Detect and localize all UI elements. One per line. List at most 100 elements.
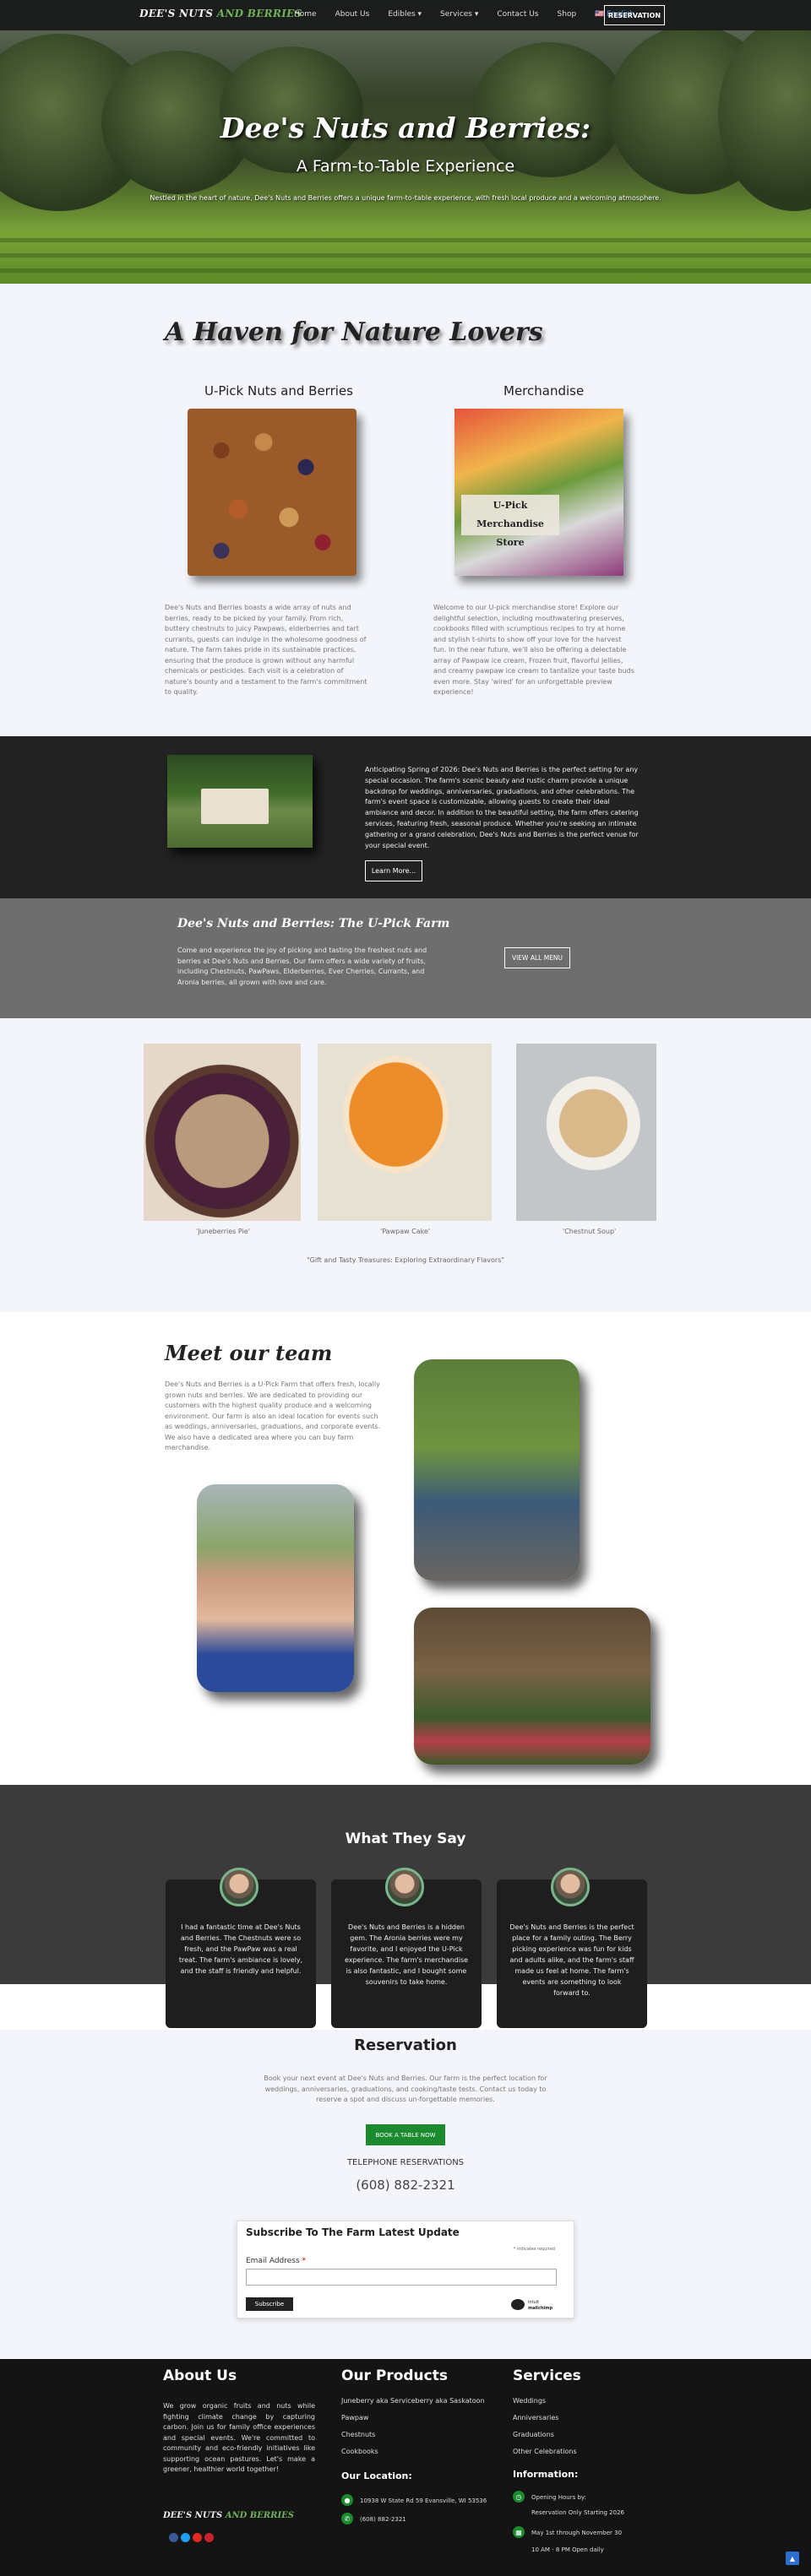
service-link[interactable]: Anniversaries — [513, 2410, 577, 2427]
chestnut-soup-photo — [516, 1044, 656, 1221]
service-link[interactable]: Graduations — [513, 2427, 577, 2443]
pawpaw-cake-photo — [318, 1044, 492, 1221]
team-section: Meet our team Dee's Nuts and Berries is … — [0, 1312, 811, 1785]
footer-products-title: Our Products — [341, 2367, 448, 2384]
information-title: Information: — [513, 2469, 579, 2480]
product-link[interactable]: Juneberry aka Serviceberry aka Saskatoon — [341, 2393, 485, 2410]
product-link[interactable]: Chestnuts — [341, 2427, 485, 2443]
haven-section: A Haven for Nature Lovers U-Pick Nuts an… — [0, 284, 811, 736]
opening-hours-line: May 1st through November 30 — [531, 2530, 623, 2536]
youtube-icon[interactable] — [193, 2533, 202, 2542]
reservation-section: Reservation Book your next event at Dee'… — [0, 2030, 811, 2359]
avatar — [385, 1868, 424, 1906]
juneberries-pie-photo — [144, 1044, 301, 1221]
view-all-menu-button[interactable]: VIEW ALL MENU — [504, 947, 570, 968]
events-text: Anticipating Spring of 2026: Dee's Nuts … — [365, 766, 639, 849]
services-list: Weddings Anniversaries Graduations Other… — [513, 2393, 577, 2460]
merch-store-label: U-Pick Merchandise Store — [461, 495, 559, 548]
mailchimp-icon — [511, 2299, 525, 2310]
testimonial-card: I had a fantastic time at Dee's Nuts and… — [166, 1868, 316, 2028]
merch-label-line: Store — [496, 537, 525, 548]
site-footer: About Us We grow organic fruits and nuts… — [0, 2359, 811, 2576]
avatar — [551, 1868, 590, 1906]
badge-text: intuit — [528, 2300, 540, 2305]
service-link[interactable]: Other Celebrations — [513, 2443, 577, 2460]
logo-text-accent: AND BERRIES — [222, 2511, 294, 2520]
scroll-to-top-button[interactable]: ▲ — [786, 2552, 799, 2565]
email-field[interactable] — [246, 2269, 557, 2286]
logo-text: DEE'S NUTS — [163, 2511, 223, 2520]
nav-home[interactable]: Home — [294, 10, 317, 19]
foods-gallery: 'Juneberries Pie' 'Pawpaw Cake' 'Chestnu… — [0, 1018, 811, 1312]
reservation-title: Reservation — [354, 2036, 457, 2054]
required-asterisk: * — [302, 2257, 307, 2265]
reservation-text: Book your next event at Dee's Nuts and B… — [264, 2074, 547, 2103]
twitter-icon[interactable] — [181, 2533, 190, 2542]
pie-caption: 'Juneberries Pie' — [196, 1228, 250, 1235]
footer-services-title: Services — [513, 2367, 581, 2384]
nav-contact-us[interactable]: Contact Us — [497, 10, 538, 19]
grass-stripe — [0, 253, 811, 258]
avatar — [220, 1868, 259, 1906]
products-list: Juneberry aka Serviceberry aka Saskatoon… — [341, 2393, 485, 2460]
merchandise-photo: U-Pick Merchandise Store — [454, 409, 623, 576]
phone-icon: ✆ — [341, 2513, 353, 2524]
learn-more-button[interactable]: Learn More... — [365, 860, 422, 881]
testimonial-card: Dee's Nuts and Berries is a hidden gem. … — [331, 1868, 482, 2028]
hero-section: Dee's Nuts and Berries: A Farm-to-Table … — [0, 0, 811, 284]
email-label: Email Address * — [246, 2257, 306, 2265]
product-link[interactable]: Pawpaw — [341, 2410, 485, 2427]
footer-phone[interactable]: (608) 882-2321 — [360, 2516, 406, 2523]
upick-farm-section: Dee's Nuts and Berries: The U-Pick Farm … — [0, 898, 811, 1018]
testimonials-title: What They Say — [345, 1830, 466, 1847]
logo-text-accent: AND BERRIES — [213, 8, 302, 19]
book-table-button[interactable]: BOOK A TABLE NOW — [366, 2124, 445, 2145]
hero-text: Nestled in the heart of nature, Dee's Nu… — [150, 194, 661, 202]
gallery-footer-text: "Gift and Tasty Treasures: Exploring Ext… — [306, 1256, 505, 1264]
nav-shop[interactable]: Shop — [558, 10, 577, 19]
nav-edibles[interactable]: Edibles ▾ — [388, 10, 422, 19]
cake-caption: 'Pawpaw Cake' — [380, 1228, 431, 1235]
tree-decoration — [220, 46, 363, 173]
upick-title: Dee's Nuts and Berries: The U-Pick Farm — [177, 917, 450, 930]
footer-logo[interactable]: DEE'S NUTS AND BERRIES — [163, 2511, 294, 2520]
testimonial-text: Dee's Nuts and Berries is the perfect pl… — [509, 1923, 634, 1997]
clock-icon: ◷ — [513, 2491, 525, 2503]
site-logo[interactable]: DEE'S NUTS AND BERRIES — [139, 8, 302, 19]
mailchimp-badge[interactable]: intuit mailchimp — [511, 2297, 555, 2313]
subscribe-button[interactable]: Subscribe — [246, 2297, 293, 2311]
grass-stripe — [0, 268, 811, 273]
pinterest-icon[interactable] — [204, 2533, 214, 2542]
address-text: 10938 W State Rd 59 Evansville, WI 53536 — [360, 2497, 487, 2504]
upick-description: Dee's Nuts and Berries boasts a wide arr… — [165, 604, 367, 696]
opening-hours-line: Reservation Only Starting 2026 — [531, 2509, 624, 2516]
reservation-phone[interactable]: (608) 882-2321 — [0, 2177, 811, 2193]
nav-about-us[interactable]: About Us — [335, 10, 370, 19]
logo-text: DEE'S NUTS — [139, 8, 214, 19]
facebook-icon[interactable] — [169, 2533, 178, 2542]
merch-label-line: U-Pick Merchandise — [476, 500, 544, 529]
team-title: Meet our team — [165, 1341, 333, 1365]
subscribe-title: Subscribe To The Farm Latest Update — [246, 2226, 460, 2238]
nav-services[interactable]: Services ▾ — [440, 10, 478, 19]
haven-title: A Haven for Nature Lovers — [165, 317, 543, 347]
footer-about-title: About Us — [163, 2367, 237, 2384]
upick-text: Come and experience the joy of picking a… — [177, 946, 427, 986]
event-tent-photo — [167, 755, 313, 848]
team-photo-woman — [197, 1484, 354, 1692]
opening-hours-line: 10 AM - 8 PM Open daily — [531, 2546, 604, 2553]
reservation-button[interactable]: RESERVATION — [604, 5, 665, 25]
required-note: * indicates required — [513, 2247, 555, 2252]
badge-text: mailchimp — [528, 2306, 553, 2311]
nuts-berries-photo — [188, 409, 357, 576]
team-photo-family — [414, 1359, 580, 1581]
testimonials-section: What They Say I had a fantastic time at … — [0, 1785, 811, 2030]
footer-about-text: We grow organic fruits and nuts while fi… — [163, 2402, 315, 2473]
location-pin-icon: ● — [341, 2494, 353, 2506]
calendar-icon: ▦ — [513, 2526, 525, 2538]
service-link[interactable]: Weddings — [513, 2393, 577, 2410]
testimonial-text: I had a fantastic time at Dee's Nuts and… — [178, 1923, 303, 1975]
hero-subtitle: A Farm-to-Table Experience — [296, 157, 515, 176]
soup-caption: 'Chestnut Soup' — [563, 1228, 617, 1235]
product-link[interactable]: Cookbooks — [341, 2443, 485, 2460]
